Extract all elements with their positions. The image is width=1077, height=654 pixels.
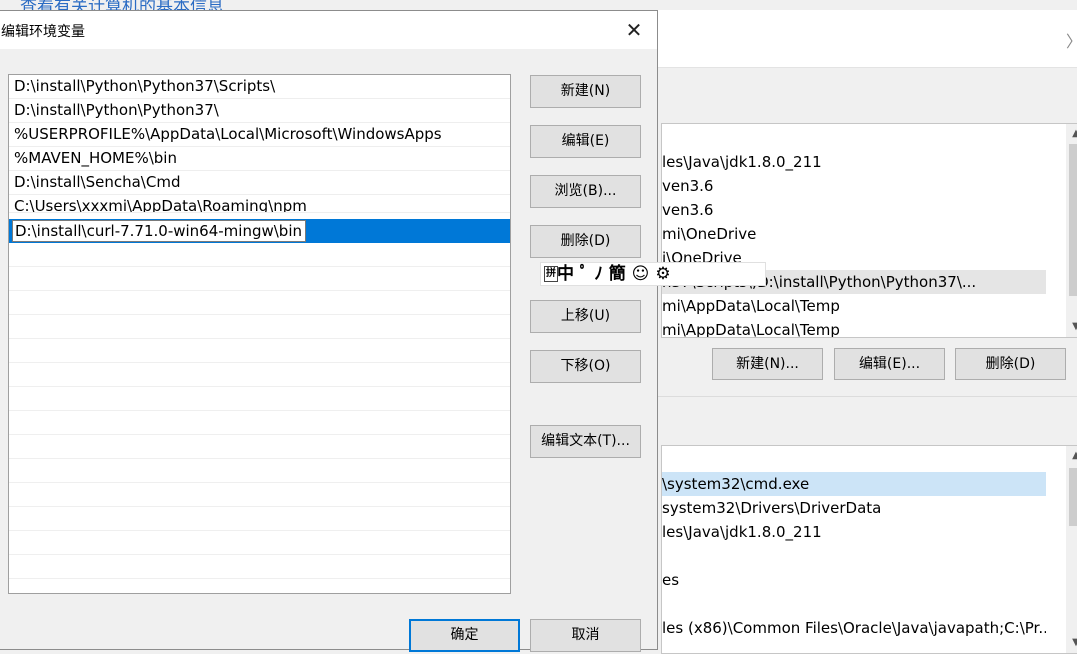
ime-logo-icon[interactable]: 拼 xyxy=(544,266,558,282)
ok-button[interactable]: 确定 xyxy=(409,619,520,652)
list-item[interactable]: ven3.6 xyxy=(662,198,1046,222)
user-delete-button[interactable]: 删除(D) xyxy=(955,348,1066,380)
new-button[interactable]: 新建(N) xyxy=(530,75,641,108)
ime-toolbar[interactable]: 拼 中 ﾟ ﾉ 簡 ☺ ⚙ xyxy=(540,262,766,286)
dialog-titlebar: 编辑环境变量 ✕ xyxy=(0,11,657,49)
empty-row[interactable] xyxy=(9,507,510,531)
empty-row[interactable] xyxy=(9,459,510,483)
list-item-selected[interactable]: D:\install\curl-7.71.0-win64-mingw\bin xyxy=(9,219,510,243)
edit-text-button[interactable]: 编辑文本(T)... xyxy=(530,425,641,458)
list-item[interactable]: C:\Users\xxxmi\AppData\Roaming\npm xyxy=(9,195,510,213)
scroll-down-icon[interactable]: ▼ xyxy=(1066,317,1077,337)
empty-row[interactable] xyxy=(9,435,510,459)
environment-variables-window: 〉 les\Java\jdk1.8.0_211 ven3.6 ven3.6 mi… xyxy=(620,10,1077,654)
list-item[interactable]: system32\Drivers\DriverData xyxy=(662,496,1046,520)
empty-row[interactable] xyxy=(9,483,510,507)
user-edit-button[interactable]: 编辑(E)... xyxy=(834,348,945,380)
scroll-thumb[interactable] xyxy=(1069,144,1077,296)
empty-row[interactable] xyxy=(9,531,510,555)
list-item[interactable]: D:\install\Python\Python37\Scripts\ xyxy=(9,75,510,99)
user-new-button[interactable]: 新建(N)... xyxy=(712,348,823,380)
bg-close-icon[interactable]: 〉 xyxy=(1066,28,1077,52)
section-divider xyxy=(621,396,1077,397)
ime-status-text[interactable]: 中 ﾟ ﾉ 簡 ☺ ⚙ xyxy=(557,264,671,284)
user-variables-list[interactable]: les\Java\jdk1.8.0_211 ven3.6 ven3.6 mi\O… xyxy=(661,123,1077,338)
empty-row[interactable] xyxy=(9,243,510,267)
list-item[interactable]: les\Java\jdk1.8.0_211 xyxy=(662,150,1046,174)
move-down-button[interactable]: 下移(O) xyxy=(530,350,641,383)
list-item[interactable]: D:\install\Python\Python37\ xyxy=(9,99,510,123)
empty-row[interactable] xyxy=(9,411,510,435)
path-edit-field[interactable]: D:\install\curl-7.71.0-win64-mingw\bin xyxy=(12,220,306,242)
empty-row[interactable] xyxy=(9,555,510,579)
list-item[interactable]: %USERPROFILE%\AppData\Local\Microsoft\Wi… xyxy=(9,123,510,147)
list-item[interactable]: mi\AppData\Local\Temp xyxy=(662,294,1046,318)
dialog-title: 编辑环境变量 xyxy=(1,24,85,40)
scroll-up-icon[interactable]: ▲ xyxy=(1066,446,1077,466)
empty-row[interactable] xyxy=(9,363,510,387)
path-list[interactable]: D:\install\Python\Python37\Scripts\ D:\i… xyxy=(8,74,511,594)
list-item[interactable]: les (x86)\Common Files\Oracle\Java\javap… xyxy=(662,616,1046,640)
scroll-down-icon[interactable]: ▼ xyxy=(1066,633,1077,653)
empty-row[interactable] xyxy=(9,315,510,339)
scroll-thumb[interactable] xyxy=(1069,468,1077,526)
scroll-up-icon[interactable]: ▲ xyxy=(1066,124,1077,144)
list-item[interactable]: ven3.6 xyxy=(662,174,1046,198)
browse-button[interactable]: 浏览(B)... xyxy=(530,175,641,208)
system-list-scrollbar[interactable]: ▲ ▼ xyxy=(1066,446,1077,653)
bg-titlebar: 〉 xyxy=(621,10,1077,68)
empty-row[interactable] xyxy=(9,387,510,411)
cancel-button[interactable]: 取消 xyxy=(530,619,641,652)
list-item-selected[interactable]: \system32\cmd.exe xyxy=(662,472,1046,496)
edit-button[interactable]: 编辑(E) xyxy=(530,125,641,158)
system-variables-list[interactable]: \system32\cmd.exe system32\Drivers\Drive… xyxy=(661,445,1077,654)
move-up-button[interactable]: 上移(U) xyxy=(530,300,641,333)
list-item[interactable] xyxy=(662,544,1046,568)
list-item[interactable] xyxy=(662,592,1046,616)
empty-row[interactable] xyxy=(9,291,510,315)
list-item[interactable]: mi\AppData\Local\Temp xyxy=(662,318,1046,337)
list-item[interactable]: es xyxy=(662,568,1046,592)
list-item[interactable]: %MAVEN_HOME%\bin xyxy=(9,147,510,171)
edit-environment-variable-dialog: 编辑环境变量 ✕ D:\install\Python\Python37\Scri… xyxy=(0,10,658,652)
empty-row[interactable] xyxy=(9,267,510,291)
list-item[interactable]: mi\OneDrive xyxy=(662,222,1046,246)
close-icon[interactable]: ✕ xyxy=(621,17,647,43)
list-item[interactable]: D:\install\Sencha\Cmd xyxy=(9,171,510,195)
list-item[interactable]: les\Java\jdk1.8.0_211 xyxy=(662,520,1046,544)
user-list-scrollbar[interactable]: ▲ ▼ xyxy=(1066,124,1077,337)
empty-row[interactable] xyxy=(9,339,510,363)
delete-button[interactable]: 删除(D) xyxy=(530,225,641,258)
